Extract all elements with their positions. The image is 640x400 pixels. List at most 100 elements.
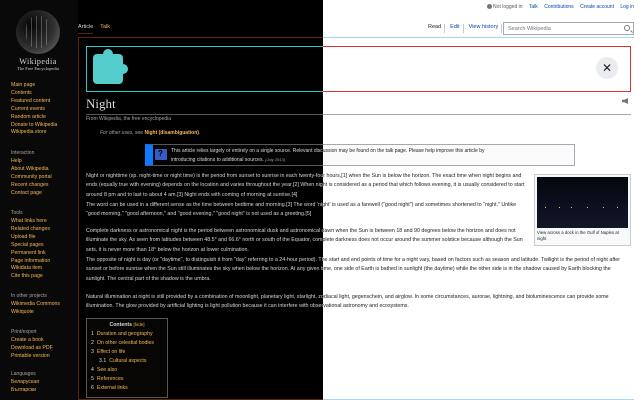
sidebar-item-permanent[interactable]: Permanent link [11,250,77,258]
sidebar-item-upload[interactable]: Upload file [11,234,77,242]
tab-view-history[interactable]: View history [469,24,503,33]
sidebar-item-help[interactable]: Help [11,158,77,166]
not-logged-in: Not logged in [493,4,523,10]
sidebar-item-featured[interactable]: Featured content [11,98,77,106]
logo-wordmark: Wikipedia [19,57,57,66]
globe-icon [16,10,60,54]
toc-entry[interactable]: 1 Duration and geography [91,330,163,339]
toc-number: 3 [91,349,94,355]
toc-entry[interactable]: 3 Effect on life [91,348,163,357]
nav-projects: In other projects Wikimedia Commons Wiki… [11,293,77,317]
banner-close-button[interactable]: ✕ [596,57,618,79]
sidebar-item-random[interactable]: Random article [11,114,77,122]
toc-entry[interactable]: 2 On other celestial bodies [91,339,163,348]
page-title: Night [86,96,631,115]
logo-tagline: The Free Encyclopedia [17,66,59,71]
hatnote: For other uses, see Night (disambiguatio… [100,130,200,136]
paragraph-illumination: Natural illumination at night is still p… [86,294,609,310]
hatnote-pre: For other uses, see [100,130,145,136]
toc-number: 2 [91,340,94,346]
sidebar-item-what-links[interactable]: What links here [11,218,77,226]
nav-heading-languages: Languages [11,371,36,377]
nav-heading-tools: Tools [11,210,23,216]
tab-read[interactable]: Read [428,24,446,33]
notice-date: (July 2013) [265,157,286,162]
search-input[interactable]: Search Wikipedia [503,22,634,35]
sidebar-item-community[interactable]: Community portal [11,174,77,182]
toc-label: Effect on life [96,349,126,355]
toc-heading: Contents [109,322,132,328]
tab-talk[interactable]: Talk [100,24,110,33]
sidebar-item-printable[interactable]: Printable version [11,353,77,361]
sidebar-item-related[interactable]: Related changes [11,226,77,234]
toc-number: 1 [91,331,94,337]
toc-entry[interactable]: 3.1 Cultural aspects [91,357,163,366]
contributions-link[interactable]: Contributions [544,4,573,10]
search-placeholder: Search Wikipedia [508,26,551,32]
hatnote-post: . [198,130,201,136]
search-icon[interactable] [624,25,630,31]
personal-tools: Not logged in Talk Contributions Create … [487,4,634,10]
thumbnail-caption: View across a dock in the Gulf of Naples… [537,230,619,241]
sidebar-item-wikiquote[interactable]: Wikiquote [11,309,77,317]
sidebar-item-contact[interactable]: Contact page [11,190,77,198]
night-dock-photo[interactable] [537,177,628,228]
sidebar-item-lang-be[interactable]: Беларуская [11,379,77,387]
toc-entry[interactable]: 5 References [91,375,163,384]
nav-heading-print: Print/export [11,329,37,335]
sidebar-item-pdf[interactable]: Download as PDF [11,345,77,353]
create-account-link[interactable]: Create account [580,4,614,10]
user-icon [487,4,493,9]
banner-learn-more[interactable]: Learn more [127,71,173,81]
refimprove-notice: This article relies largely or entirely … [145,144,575,166]
puzzle-icon [93,49,128,84]
nav-main: Main page Contents Featured content Curr… [11,82,77,137]
nav-print: Print/export Create a book Download as P… [11,329,77,361]
sidebar-item-contents[interactable]: Contents [11,90,77,98]
notice-line-1: This article relies largely or entirely … [171,148,485,154]
toc-title: Contents [hide] [91,322,163,328]
toc-hide-toggle[interactable]: [hide] [133,322,144,327]
sidebar-item-create-book[interactable]: Create a book [11,337,77,345]
hatnote-link[interactable]: Night (disambiguation) [144,130,198,136]
sidebar-item-main-page[interactable]: Main page [11,82,77,90]
toc-label: External links [96,385,128,391]
toc-label: See also [96,367,118,373]
paragraph-darkness: Complete darkness or astronomical night … [86,228,523,253]
paragraph-word-usage: The word can be used in a different sens… [86,202,517,218]
notice-line-2: introducing citations to additional sour… [171,157,285,163]
notice-citations-text: introducing citations to additional sour… [171,157,264,163]
sidebar-item-special[interactable]: Special pages [11,242,77,250]
toc-entry[interactable]: 6 External links [91,384,163,393]
nav-interaction: Interaction Help About Wikipedia Communi… [11,150,77,198]
sidebar-item-wikidata[interactable]: Wikidata item [11,265,77,273]
tab-edit[interactable]: Edit [450,24,464,33]
sidebar: Wikipedia The Free Encyclopedia Main pag… [0,0,78,400]
sidebar-item-commons[interactable]: Wikimedia Commons [11,301,77,309]
sidebar-item-current-events[interactable]: Current events [11,106,77,114]
nav-languages: Languages Беларуская Български [11,371,77,395]
tab-article[interactable]: Article [78,24,94,34]
login-link[interactable]: Log in [620,4,634,10]
nav-tools: Tools What links here Related changes Up… [11,210,77,281]
sidebar-item-donate[interactable]: Donate to Wikipedia [11,122,77,130]
toc-label: References [96,376,124,382]
thumbnail-figure[interactable]: View across a dock in the Gulf of Naples… [534,174,631,246]
toc-number: 5 [91,376,94,382]
toc-number: 4 [91,367,94,373]
banner-title[interactable]: Wiki Loves Monuments: Photograph a monum… [127,57,428,67]
sidebar-item-cite[interactable]: Cite this page [11,273,77,281]
sidebar-item-lang-bg[interactable]: Български [11,387,77,395]
site-sub: From Wikipedia, the free encyclopedia [86,116,172,122]
sidebar-item-store[interactable]: Wikipedia store [11,129,77,137]
sidebar-item-page-info[interactable]: Page information [11,258,77,266]
campaign-banner[interactable]: Wiki Loves Monuments: Photograph a monum… [86,46,631,92]
sidebar-item-recent-changes[interactable]: Recent changes [11,182,77,190]
talk-link[interactable]: Talk [529,4,538,10]
toc-number: 3.1 [99,358,107,364]
toc-entry[interactable]: 4 See also [91,366,163,375]
wikipedia-logo[interactable]: Wikipedia The Free Encyclopedia [12,10,64,74]
toc-number: 6 [91,385,94,391]
sidebar-item-about[interactable]: About Wikipedia [11,166,77,174]
question-book-icon [155,149,167,160]
